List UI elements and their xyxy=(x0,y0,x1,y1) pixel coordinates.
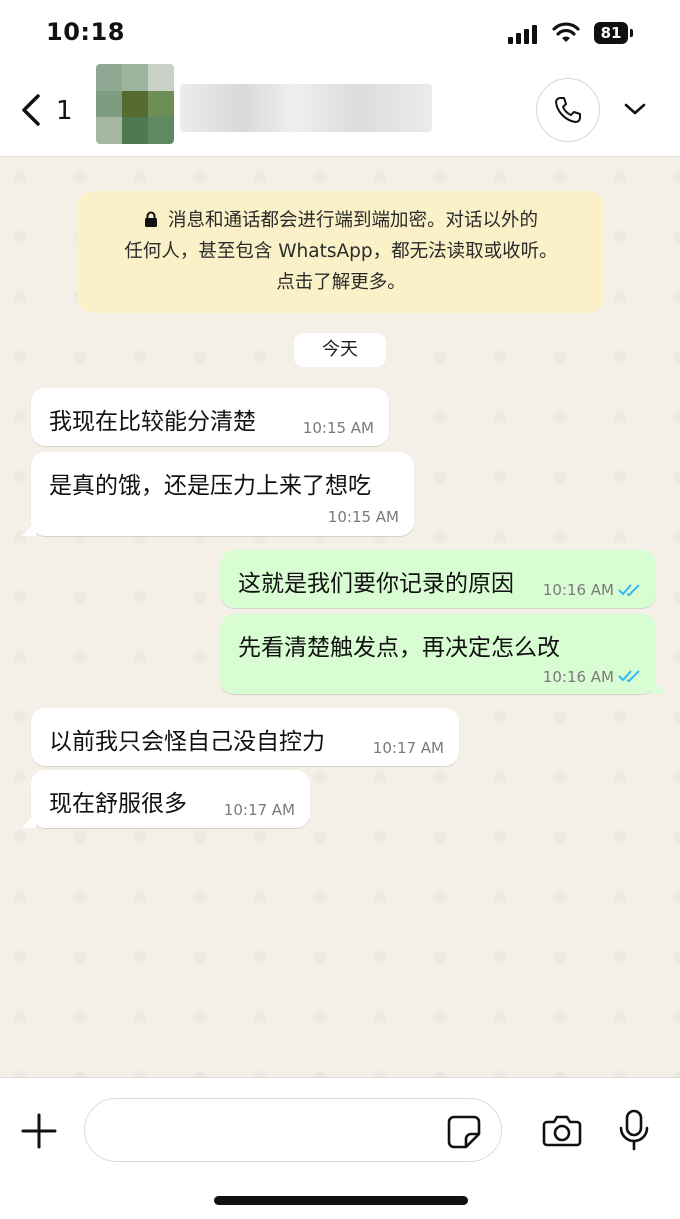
back-chevron-icon[interactable] xyxy=(18,92,48,128)
message-text: 先看清楚触发点，再决定怎么改 xyxy=(238,635,560,661)
contact-avatar[interactable] xyxy=(96,64,174,144)
lock-icon xyxy=(144,211,157,227)
date-separator: 今天 xyxy=(294,333,386,367)
message-bubble-incoming[interactable]: 我现在比较能分清楚 10:15 AM xyxy=(31,388,389,446)
phone-icon xyxy=(555,97,581,123)
message-bubble-outgoing[interactable]: 这就是我们要你记录的原因 10:16 AM xyxy=(220,550,656,608)
encryption-line-1: 消息和通话都会进行端到端加密。对话以外的 xyxy=(78,205,604,236)
wifi-icon xyxy=(552,22,580,42)
message-text: 我现在比较能分清楚 xyxy=(49,409,256,435)
voice-call-button[interactable] xyxy=(536,78,600,142)
message-time: 10:15 AM xyxy=(302,419,374,437)
message-bubble-outgoing[interactable]: 先看清楚触发点，再决定怎么改 10:16 AM xyxy=(220,614,665,694)
message-text: 这就是我们要你记录的原因 xyxy=(238,571,514,597)
encryption-line-3: 点击了解更多。 xyxy=(276,272,406,293)
status-bar: 10:18 81 xyxy=(0,0,680,62)
battery-level: 81 xyxy=(594,22,628,44)
message-text: 现在舒服很多 xyxy=(49,791,187,817)
chevron-down-icon[interactable] xyxy=(622,100,648,118)
message-bubble-incoming[interactable]: 以前我只会怪自己没自控力 10:17 AM xyxy=(31,708,459,766)
message-text: 是真的饿，还是压力上来了想吃 xyxy=(49,473,371,499)
message-text: 以前我只会怪自己没自控力 xyxy=(49,729,325,755)
message-time: 10:16 AM xyxy=(542,668,614,686)
chat-area[interactable]: 消息和通话都会进行端到端加密。对话以外的 任何人，甚至包含 WhatsApp，都… xyxy=(0,157,680,1077)
message-time: 10:17 AM xyxy=(223,801,295,819)
cellular-signal-icon xyxy=(508,24,540,44)
bubble-tail xyxy=(22,812,36,828)
message-time: 10:15 AM xyxy=(327,508,399,526)
status-time: 10:18 xyxy=(46,18,125,46)
back-unread-count[interactable]: 1 xyxy=(56,96,73,126)
encryption-line-2: 任何人，甚至包含 WhatsApp，都无法读取或收听。 xyxy=(124,241,558,262)
message-time: 10:17 AM xyxy=(372,739,444,757)
message-bubble-incoming[interactable]: 是真的饿，还是压力上来了想吃 10:15 AM xyxy=(22,452,414,536)
home-indicator[interactable] xyxy=(214,1196,468,1205)
contact-name-redacted[interactable] xyxy=(180,84,432,132)
bubble-tail xyxy=(651,678,665,694)
microphone-icon[interactable] xyxy=(618,1108,650,1152)
plus-icon[interactable] xyxy=(20,1112,58,1150)
message-time: 10:16 AM xyxy=(542,581,614,599)
bubble-tail xyxy=(22,520,36,536)
encryption-notice[interactable]: 消息和通话都会进行端到端加密。对话以外的 任何人，甚至包含 WhatsApp，都… xyxy=(78,191,604,313)
double-check-icon xyxy=(618,670,640,683)
double-check-icon xyxy=(618,584,640,597)
message-input[interactable] xyxy=(84,1098,502,1162)
sticker-icon[interactable] xyxy=(446,1114,482,1150)
battery-tip xyxy=(630,29,633,37)
camera-icon[interactable] xyxy=(542,1112,582,1148)
message-bubble-incoming[interactable]: 现在舒服很多 10:17 AM xyxy=(22,770,310,828)
chat-header: 1 xyxy=(0,62,680,157)
